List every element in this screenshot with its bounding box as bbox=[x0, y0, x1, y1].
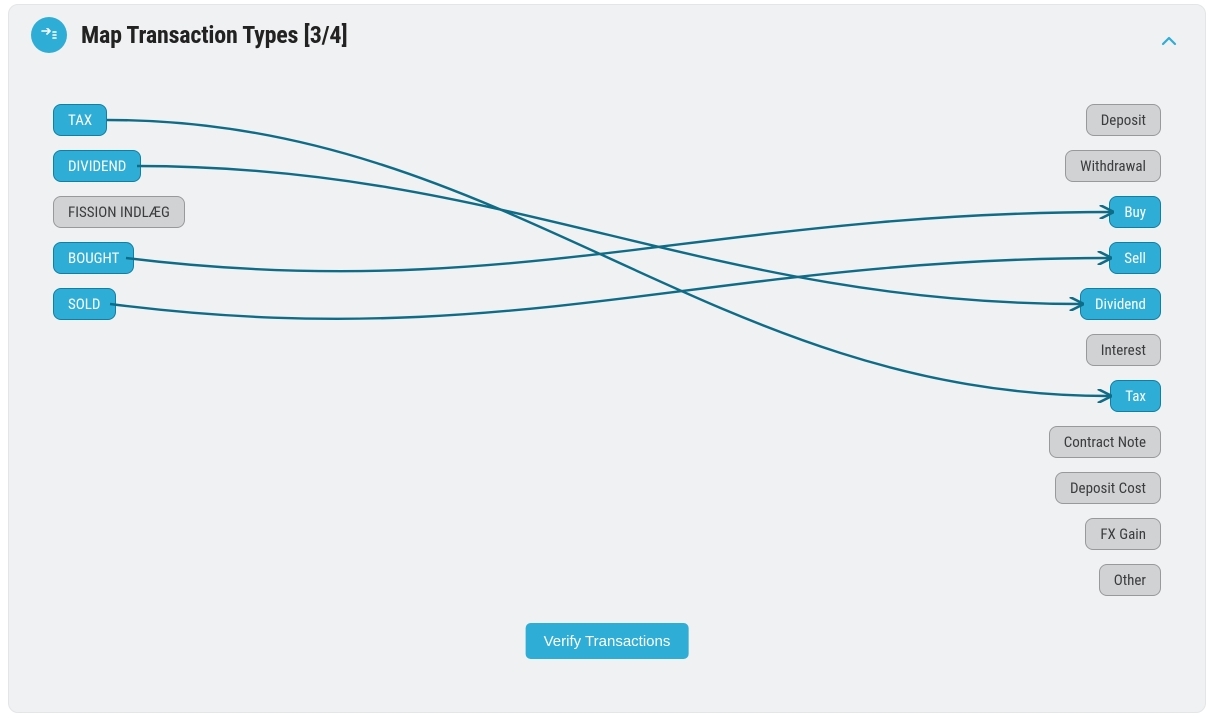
panel-header: Map Transaction Types [3/4] bbox=[9, 5, 1205, 65]
target-contract-note[interactable]: Contract Note bbox=[1049, 426, 1161, 458]
target-fx-gain[interactable]: FX Gain bbox=[1085, 518, 1161, 550]
target-interest[interactable]: Interest bbox=[1086, 334, 1161, 366]
target-deposit[interactable]: Deposit bbox=[1086, 104, 1161, 136]
mapping-connections bbox=[9, 5, 1207, 714]
target-sell[interactable]: Sell bbox=[1109, 242, 1161, 274]
source-fission-indlaeg[interactable]: FISSION INDLÆG bbox=[53, 196, 185, 228]
verify-transactions-button[interactable]: Verify Transactions bbox=[526, 623, 689, 659]
target-other[interactable]: Other bbox=[1099, 564, 1161, 596]
target-deposit-cost[interactable]: Deposit Cost bbox=[1055, 472, 1161, 504]
source-bought[interactable]: BOUGHT bbox=[53, 242, 134, 274]
target-dividend[interactable]: Dividend bbox=[1080, 288, 1161, 320]
source-tax[interactable]: TAX bbox=[53, 104, 107, 136]
target-buy[interactable]: Buy bbox=[1109, 196, 1161, 228]
source-dividend[interactable]: DIVIDEND bbox=[53, 150, 141, 182]
map-transaction-panel: Map Transaction Types [3/4] TAX DIVIDEND… bbox=[8, 4, 1206, 713]
target-tax[interactable]: Tax bbox=[1110, 380, 1161, 412]
collapse-chevron-icon[interactable] bbox=[1161, 31, 1177, 50]
target-withdrawal[interactable]: Withdrawal bbox=[1065, 150, 1161, 182]
source-sold[interactable]: SOLD bbox=[53, 288, 116, 320]
panel-title: Map Transaction Types [3/4] bbox=[81, 21, 347, 49]
mapping-icon bbox=[31, 17, 67, 53]
